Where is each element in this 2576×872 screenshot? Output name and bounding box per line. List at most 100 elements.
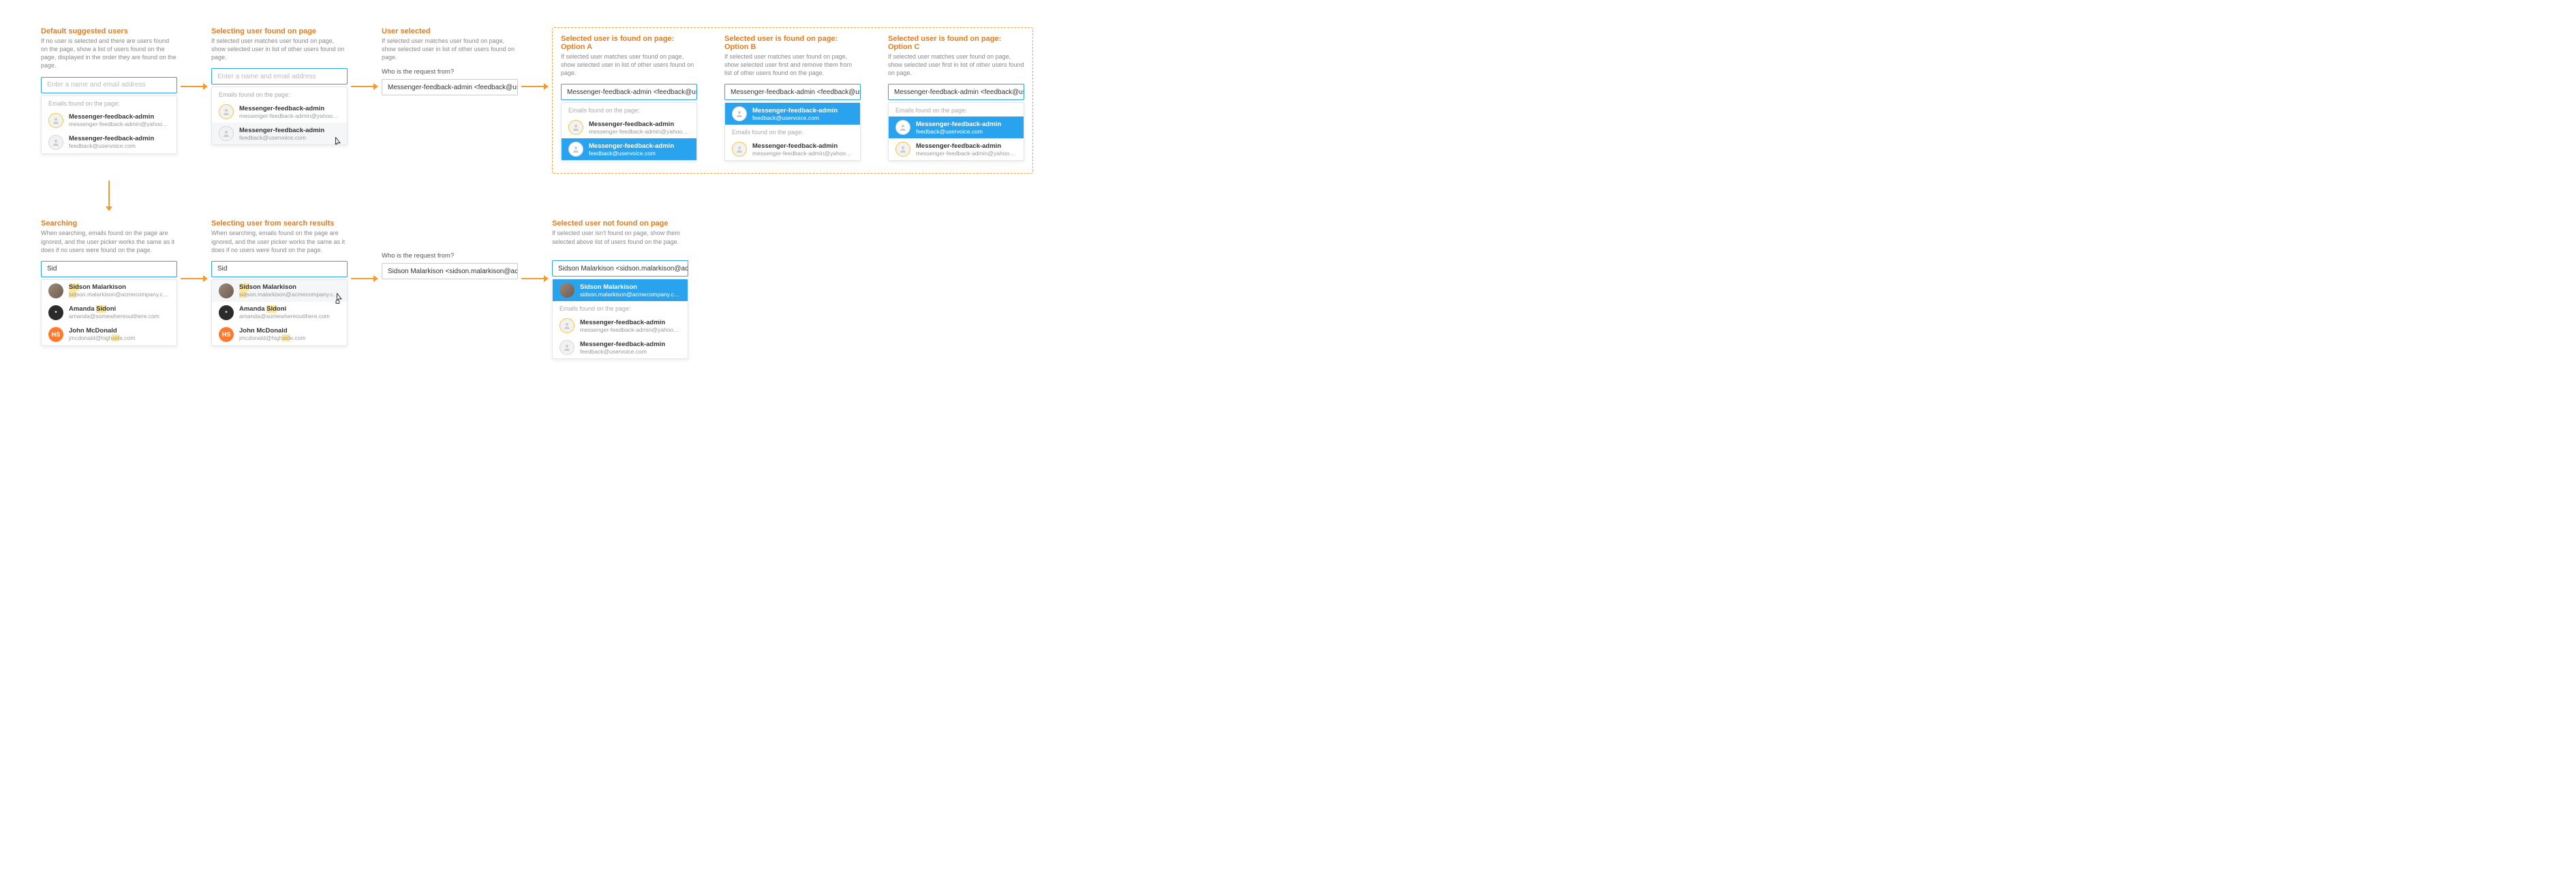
state-title: Selected user not found on page	[552, 219, 688, 228]
flow-arrow-right	[518, 219, 552, 283]
user-email: sidson.malarkison@acmecompany.com	[239, 291, 340, 298]
flow-arrow-right	[348, 219, 382, 283]
state-user-selected-search: Who is the request from? Sidson Malarkis…	[382, 219, 518, 279]
user-email: messenger-feedback-admin@yahoo-inc.com	[239, 112, 340, 119]
avatar-badge: HS	[219, 327, 234, 342]
state-selecting-search: Selecting user from search results When …	[211, 219, 348, 345]
user-input-filled[interactable]: Messenger-feedback-admin <feedback@userv…	[561, 84, 697, 100]
user-email: feedback@uservoice.com	[752, 114, 838, 121]
user-name: Messenger-feedback-admin	[752, 107, 838, 114]
search-results-dropdown: Sidson Malarkisonsidson.malarkison@acmec…	[211, 279, 348, 346]
user-email: messenger-feedback-admin@yahoo-inc.com	[916, 150, 1017, 157]
avatar-icon	[732, 106, 747, 121]
avatar-logo: ✦	[219, 305, 234, 320]
user-name: Amanda Sidoni	[239, 305, 330, 313]
list-item-selected[interactable]: Sidson Malarkisonsidson.malarkison@acmec…	[553, 279, 688, 301]
state-selecting-on-page: Selecting user found on page If selected…	[211, 27, 348, 145]
avatar-icon	[48, 135, 63, 150]
state-desc: If selected user matches user found on p…	[211, 37, 348, 61]
list-item[interactable]: Messenger-feedback-adminmessenger-feedba…	[725, 138, 860, 160]
user-name: Sidson Malarkison	[239, 283, 340, 291]
avatar-icon	[895, 120, 910, 135]
list-item[interactable]: Messenger-feedback-adminfeedback@uservoi…	[42, 131, 177, 153]
list-item[interactable]: Messenger-feedback-adminmessenger-feedba…	[889, 138, 1024, 160]
cursor-icon	[332, 136, 343, 145]
state-default-suggested: Default suggested users If no user is se…	[41, 27, 177, 154]
state-desc: If selected user matches user found on p…	[382, 37, 518, 61]
state-user-selected: User selected If selected user matches u…	[382, 27, 518, 95]
list-item[interactable]: HS John McDonaldjmcdonald@highside.com	[212, 324, 347, 345]
avatar-icon	[732, 142, 747, 157]
row-2: Searching When searching, emails found o…	[41, 219, 2535, 359]
user-name: Messenger-feedback-admin	[752, 142, 853, 150]
list-item-hovered[interactable]: Sidson Malarkisonsidson.malarkison@acmec…	[212, 280, 347, 302]
user-email: amanda@somewhereoutthere.com	[69, 313, 159, 320]
user-name: Messenger-feedback-admin	[580, 341, 665, 348]
user-input-filled[interactable]: Messenger-feedback-admin <feedback@userv…	[888, 84, 1024, 100]
avatar-icon	[219, 126, 234, 141]
list-item[interactable]: Messenger-feedback-adminmessenger-feedba…	[42, 110, 177, 131]
user-name: John McDonald	[69, 327, 135, 334]
user-email: sidson.malarkison@acmecompany.com	[69, 291, 170, 298]
user-input-filled[interactable]: Sidson Malarkison <sidson.malarkison@acm…	[552, 260, 688, 277]
user-input-filled[interactable]: Messenger-feedback-admin <feedback@userv…	[724, 84, 861, 100]
user-input[interactable]: Enter a name and email address	[41, 77, 177, 93]
user-email: messenger-feedback-admin@yahoo-inc.com	[752, 150, 853, 157]
state-title: Searching	[41, 219, 177, 228]
suggestions-dropdown: Messenger-feedback-adminfeedback@uservoi…	[724, 102, 861, 161]
state-title: Selecting user found on page	[211, 27, 348, 35]
state-searching: Searching When searching, emails found o…	[41, 219, 177, 345]
search-results-dropdown: Sidson Malarkisonsidson.malarkison@acmec…	[41, 279, 177, 346]
user-email: jmcdonald@highside.com	[239, 334, 305, 341]
list-item[interactable]: Sidson Malarkisonsidson.malarkison@acmec…	[42, 280, 177, 302]
cursor-icon	[333, 292, 344, 305]
user-email: feedback@uservoice.com	[589, 150, 674, 157]
user-name: Messenger-feedback-admin	[69, 113, 170, 121]
dropdown-header: Emails found on the page:	[42, 96, 177, 110]
user-name: Messenger-feedback-admin	[580, 319, 681, 326]
options-group: Selected user is found on page: Option A…	[552, 27, 1033, 174]
row-1: Default suggested users If no user is se…	[41, 27, 2535, 174]
list-item-selected[interactable]: Messenger-feedback-adminfeedback@uservoi…	[889, 116, 1024, 138]
user-email: amanda@somewhereoutthere.com	[239, 313, 330, 320]
flow-arrow-right	[348, 27, 382, 91]
dropdown-header: Emails found on the page:	[889, 103, 1024, 116]
user-name: Sidson Malarkison	[580, 283, 681, 291]
avatar-icon	[559, 318, 574, 333]
state-desc: If no user is selected and there are use…	[41, 37, 177, 70]
state-title: Selected user is found on page: Option C	[888, 35, 1024, 51]
list-item[interactable]: Messenger-feedback-adminmessenger-feedba…	[553, 315, 688, 337]
list-item-selected[interactable]: Messenger-feedback-adminfeedback@uservoi…	[562, 138, 696, 160]
state-desc: When searching, emails found on the page…	[41, 229, 177, 253]
suggestions-dropdown: Emails found on the page: Messenger-feed…	[561, 102, 697, 161]
user-email: sidson.malarkison@acmecompany.com	[580, 291, 681, 298]
list-item-selected[interactable]: Messenger-feedback-adminfeedback@uservoi…	[725, 103, 860, 125]
dropdown-header: Emails found on the page:	[725, 125, 860, 138]
flow-arrow-right	[177, 27, 211, 91]
user-input[interactable]: Enter a name and email address	[211, 68, 348, 84]
list-item[interactable]: Messenger-feedback-adminmessenger-feedba…	[562, 116, 696, 138]
dropdown-header: Emails found on the page:	[553, 301, 688, 315]
list-item[interactable]: Messenger-feedback-adminmessenger-feedba…	[212, 101, 347, 123]
user-name: Messenger-feedback-admin	[239, 127, 324, 134]
list-item[interactable]: ✦ Amanda Sidoniamanda@somewhereoutthere.…	[42, 302, 177, 324]
user-email: messenger-feedback-admin@yahoo-inc.com	[580, 326, 681, 333]
user-name: Messenger-feedback-admin	[589, 142, 674, 150]
state-title: Default suggested users	[41, 27, 177, 35]
list-item[interactable]: ✦ Amanda Sidoniamanda@somewhereoutthere.…	[212, 302, 347, 324]
state-title: Selected user is found on page: Option A	[561, 35, 697, 51]
list-item[interactable]: HS John McDonaldjmcdonald@highside.com	[42, 324, 177, 345]
suggestions-dropdown: Emails found on the page: Messenger-feed…	[888, 102, 1024, 161]
list-item-hovered[interactable]: Messenger-feedback-adminfeedback@uservoi…	[212, 123, 347, 144]
user-email: feedback@uservoice.com	[916, 128, 1001, 135]
user-input[interactable]: Sid	[41, 261, 177, 277]
avatar-badge: HS	[48, 327, 63, 342]
avatar-photo	[48, 283, 63, 298]
user-name: Sidson Malarkison	[69, 283, 170, 291]
user-input-filled[interactable]: Messenger-feedback-admin <feedback@userv…	[382, 79, 518, 95]
user-input-filled[interactable]: Sidson Malarkison <sidson.malarkison@acm…	[382, 263, 518, 279]
list-item[interactable]: Messenger-feedback-adminfeedback@uservoi…	[553, 337, 688, 358]
dropdown-header: Emails found on the page:	[212, 87, 347, 101]
user-input[interactable]: Sid	[211, 261, 348, 277]
avatar-icon	[559, 340, 574, 355]
